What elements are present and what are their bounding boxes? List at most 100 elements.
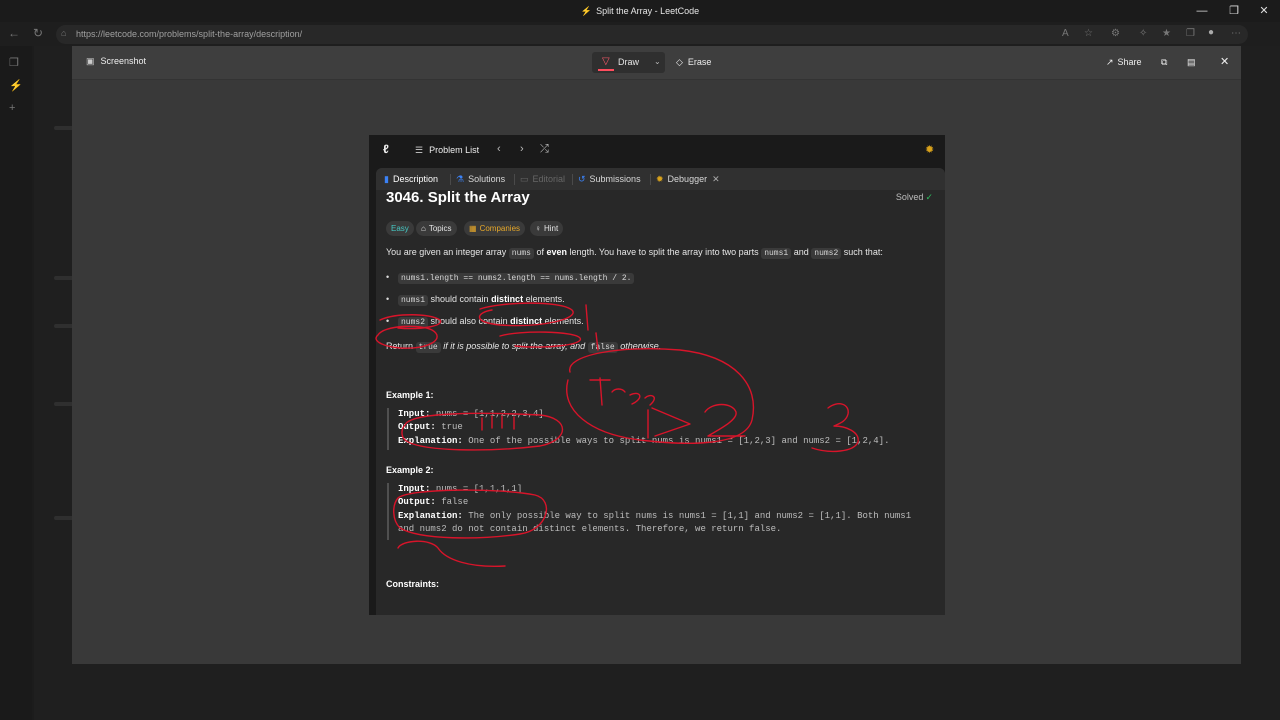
maximize-button[interactable]: ❐	[1219, 0, 1249, 22]
companies-pill[interactable]: ▦ Companies	[464, 221, 526, 236]
tab-divider	[650, 174, 651, 185]
close-tab-icon[interactable]: ✕	[712, 174, 720, 184]
screenshot-toolbar: ▣ Screenshot ▽ Draw ⌄ ◇ Erase ↗ Share ⧉ ▤ ✕	[72, 46, 1241, 80]
description-panel: ▮ Description ⚗ Solutions ▭ Editorial ↺ Subm…	[376, 168, 945, 615]
debug-icon[interactable]: ✹	[925, 143, 934, 156]
next-problem-icon[interactable]: ›	[520, 143, 524, 155]
bullet-dot: •	[386, 294, 390, 304]
copilot-icon[interactable]: ✧	[1139, 28, 1147, 39]
save-icon[interactable]: ▤	[1187, 57, 1196, 68]
inline-code: nums	[508, 248, 534, 259]
explanation-text: One of the possible ways to split nums i…	[468, 436, 890, 446]
inline-code: nums2	[811, 248, 842, 259]
back-icon[interactable]: ←	[8, 26, 20, 40]
tab-editorial[interactable]: ▭ Editorial	[520, 174, 565, 185]
shuffle-icon[interactable]: ⤮	[540, 143, 549, 156]
window-title-text: Split the Array - LeetCode	[596, 6, 700, 16]
pen-color-indicator	[598, 69, 614, 71]
tab-actions-icon[interactable]: ❐	[9, 56, 19, 69]
collections-icon[interactable]: ❐	[1186, 28, 1195, 39]
solved-status: Solved ✓	[896, 192, 933, 203]
screenshot-overlay: ▣ Screenshot ▽ Draw ⌄ ◇ Erase ↗ Share ⧉ ▤ ✕…	[72, 46, 1241, 664]
copy-icon[interactable]: ⧉	[1161, 57, 1167, 68]
share-icon: ↗	[1106, 57, 1114, 67]
close-icon[interactable]: ✕	[1220, 55, 1229, 68]
example-1-explanation: Explanation: One of the possible ways to…	[398, 436, 890, 446]
input-value: nums = [1,1,1,1]	[435, 484, 523, 494]
bullet-text: should also contain	[428, 316, 511, 326]
description-icon: ▮	[384, 174, 389, 184]
favorite-icon[interactable]: ☆	[1084, 28, 1093, 39]
example-1-heading: Example 1:	[386, 390, 434, 400]
leetcode-logo-icon[interactable]: ℓ	[383, 142, 389, 156]
favorites-icon[interactable]: ★	[1162, 28, 1171, 39]
input-label: Input:	[398, 484, 431, 494]
inline-code: nums1.length == nums2.length == nums.len…	[398, 273, 635, 284]
example-2-explanation: Explanation: The only possible way to sp…	[398, 511, 911, 521]
problem-intro: You are given an integer array nums of e…	[386, 247, 883, 259]
draw-button[interactable]: ▽ Draw ⌄	[592, 52, 665, 73]
tab-solutions-label: Solutions	[468, 174, 506, 184]
topics-pill[interactable]: ⌂ Topics	[416, 221, 457, 236]
constraint-bullet-2: nums1 should contain distinct elements.	[398, 294, 565, 306]
erase-label: Erase	[687, 57, 712, 67]
url-text: https://leetcode.com/problems/split-the-…	[76, 29, 303, 39]
history-icon: ↺	[578, 174, 586, 184]
bullet-dot: •	[386, 316, 390, 326]
prev-problem-icon[interactable]: ‹	[497, 143, 501, 155]
chevron-down-icon[interactable]: ⌄	[654, 57, 661, 66]
output-label: Output:	[398, 497, 436, 507]
leetcode-navbar: ℓ ☰ Problem List ‹ › ⤮ ✹	[369, 135, 945, 165]
return-italic: if it is possible to split the array, an…	[443, 341, 586, 351]
explanation-label: Explanation:	[398, 511, 463, 521]
tab-solutions[interactable]: ⚗ Solutions	[456, 174, 505, 185]
problem-list-label: Problem List	[429, 145, 480, 155]
close-window-button[interactable]: ✕	[1249, 0, 1279, 22]
problem-title[interactable]: 3046. Split the Array	[386, 189, 530, 206]
intro-text: You are given an integer array	[386, 247, 507, 257]
tab-description[interactable]: ▮ Description	[384, 174, 438, 185]
difficulty-badge: Easy	[386, 221, 414, 236]
tab-debugger[interactable]: ✹ Debugger ✕	[656, 174, 720, 185]
bullet-text: should contain	[428, 294, 492, 304]
hint-pill[interactable]: ♀ Hint	[530, 221, 564, 236]
draw-label: Draw	[618, 57, 640, 67]
new-tab-icon[interactable]: +	[9, 102, 15, 114]
tab-submissions-label: Submissions	[589, 174, 641, 184]
example-1-input: Input: nums = [1,1,2,2,3,4]	[398, 409, 544, 419]
vertical-tabs-sidebar: ❐ ⚡ +	[0, 46, 32, 720]
list-icon: ☰	[415, 145, 424, 155]
leetcode-tab-icon[interactable]: ⚡	[9, 79, 23, 92]
minimize-button[interactable]: —	[1187, 0, 1217, 22]
refresh-icon[interactable]: ↻	[33, 26, 43, 40]
lock-icon: ⌂	[61, 28, 67, 38]
tab-divider	[572, 174, 573, 185]
share-button[interactable]: ↗ Share	[1106, 57, 1142, 68]
erase-button[interactable]: ◇ Erase	[676, 57, 711, 68]
leetcode-favicon-icon: ⚡	[580, 6, 593, 16]
more-icon[interactable]: ⋯	[1231, 28, 1241, 39]
lightbulb-icon: ♀	[535, 224, 541, 233]
problem-list-link[interactable]: ☰ Problem List	[415, 145, 479, 156]
bug-icon: ✹	[656, 174, 664, 184]
bullet-dot: •	[386, 272, 390, 282]
intro-text: length. You have to split the array into…	[569, 247, 759, 257]
output-value: false	[441, 497, 469, 507]
explanation-text: The only possible way to split nums is n…	[468, 511, 912, 521]
constraints-heading: Constraints:	[386, 579, 440, 589]
pen-icon: ▽	[602, 56, 610, 67]
bullet-text: elements.	[542, 316, 584, 326]
tab-submissions[interactable]: ↺ Submissions	[578, 174, 641, 185]
address-bar[interactable]: ⌂ https://leetcode.com/problems/split-th…	[56, 25, 1248, 44]
example-2-explanation-cont: and nums2 do not contain distinct elemen…	[398, 524, 782, 534]
inline-code: nums2	[398, 317, 429, 328]
read-aloud-icon[interactable]: A	[1062, 28, 1069, 39]
extensions-icon[interactable]: ⚙	[1111, 28, 1120, 39]
panel-tabs: ▮ Description ⚗ Solutions ▭ Editorial ↺ Subm…	[376, 168, 945, 190]
example-1-output: Output: true	[398, 422, 463, 432]
bullet-bold: distinct	[510, 316, 543, 326]
explanation-label: Explanation:	[398, 436, 463, 446]
avatar[interactable]: ●	[1208, 27, 1214, 38]
inline-code: false	[587, 342, 618, 353]
constraint-bullet-1: nums1.length == nums2.length == nums.len…	[398, 272, 635, 284]
